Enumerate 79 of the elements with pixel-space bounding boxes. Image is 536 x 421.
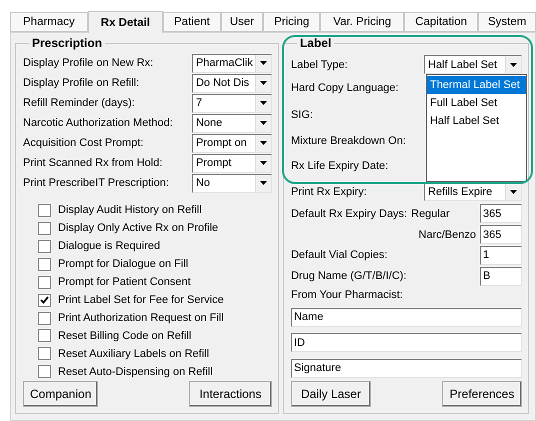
tab[interactable]: Patient [163,12,221,32]
dropdown-arrow-icon [260,121,267,126]
setting-label: Display Profile on New Rx: [23,57,154,70]
tab[interactable]: Var. Pricing [320,12,404,32]
checkbox-label: Reset Auxiliary Labels on Refill [58,348,210,360]
checkbox[interactable] [38,222,51,235]
input-field[interactable]: Signature [290,358,522,378]
group-title: Label [298,37,332,49]
dialog-button[interactable]: Interactions [188,381,272,407]
input-field[interactable]: 365 [480,225,522,244]
setting-label: Hard Copy Language: [290,82,399,94]
dropdown-arrow-icon [510,190,517,194]
setting-label: Display Profile on Refill: [23,77,140,90]
tab[interactable]: Capitation [404,12,478,32]
dropdown[interactable]: None [192,114,272,133]
input-field[interactable]: 1 [480,246,522,265]
dropdown[interactable]: PharmaClik [192,54,272,73]
input-field[interactable]: ID [290,333,522,352]
dropdown[interactable]: No [192,174,272,193]
checkbox-label: Print Label Set for Fee for Service [58,294,224,306]
checkbox-label: Dialogue is Required [58,240,160,252]
checkbox[interactable] [38,240,51,253]
dialog-button[interactable]: Companion [23,381,98,407]
dropdown-option[interactable]: Thermal Label Set [426,76,526,94]
checkbox[interactable] [38,204,51,217]
setting-label: Acquisition Cost Prompt: [23,137,144,150]
checkbox-label: Prompt for Dialogue on Fill [58,258,188,270]
setting-label: Print Rx Expiry: [290,186,368,198]
dropdown-arrow-icon [260,101,267,106]
checkbox-label: Display Audit History on Refill [58,204,202,216]
checkbox[interactable] [38,258,51,271]
dropdown-arrow-icon [260,141,267,146]
group-title: Prescription [31,37,104,49]
setting-label: SIG: [290,109,313,122]
checkmark-icon [40,296,49,304]
setting-label: Print PrescribeIT Prescription: [23,177,170,190]
checkbox[interactable] [38,347,51,360]
dropdown[interactable]: Prompt [192,154,272,173]
dropdown-arrow-icon [260,61,267,66]
dropdown-arrow-icon [260,181,267,186]
setting-label: From Your Pharmacist: [290,289,403,302]
dropdown-arrow-icon [260,81,267,86]
setting-label: Drug Name (G/T/B/I/C): [290,270,408,282]
tab[interactable]: Pricing [263,12,320,32]
dropdown[interactable]: Do Not Dis [192,74,272,93]
tab[interactable]: Pharmacy [10,12,88,32]
dropdown[interactable]: Half Label Set [424,55,522,74]
setting-label: Narcotic Authorization Method: [23,117,174,130]
dropdown[interactable]: 7 [192,94,272,113]
field-label: Regular [411,208,451,220]
dropdown-arrow-icon [260,161,267,166]
checkbox-label: Prompt for Patient Consent [58,276,191,288]
field-label: Narc/Benzo [418,228,476,241]
dialog-button[interactable]: Preferences [442,381,522,408]
setting-label: Rx Life Expiry Date: [290,160,388,172]
setting-label: Refill Reminder (days): [23,97,136,110]
tab[interactable]: System [478,12,536,32]
input-field[interactable]: Name [290,308,522,327]
tab[interactable]: User [220,12,264,32]
checkbox-label: Reset Billing Code on Refill [58,330,192,342]
checkbox[interactable] [38,276,51,289]
dropdown[interactable]: Prompt on [192,134,272,153]
dialog-button[interactable]: Daily Laser [290,381,371,408]
checkbox[interactable] [38,329,51,342]
setting-label: Print Scanned Rx from Hold: [23,157,164,170]
checkbox[interactable] [38,365,51,378]
checkbox-label: Display Only Active Rx on Profile [58,222,218,234]
dropdown-arrow-icon [510,62,517,67]
setting-label: Label Type: [290,58,349,71]
input-field[interactable]: B [480,266,522,286]
checkbox-label: Reset Auto-Dispensing on Refill [58,366,213,378]
checkbox[interactable] [38,312,51,325]
setting-label: Default Vial Copies: [290,249,388,262]
setting-label: Mixture Breakdown On: [290,134,406,147]
setting-label: Default Rx Expiry Days: [290,208,408,220]
input-field[interactable]: 365 [480,204,522,224]
checkbox-label: Print Authorization Request on Fill [58,312,224,324]
tab[interactable]: Rx Detail [88,11,163,33]
checkbox[interactable] [38,294,51,307]
